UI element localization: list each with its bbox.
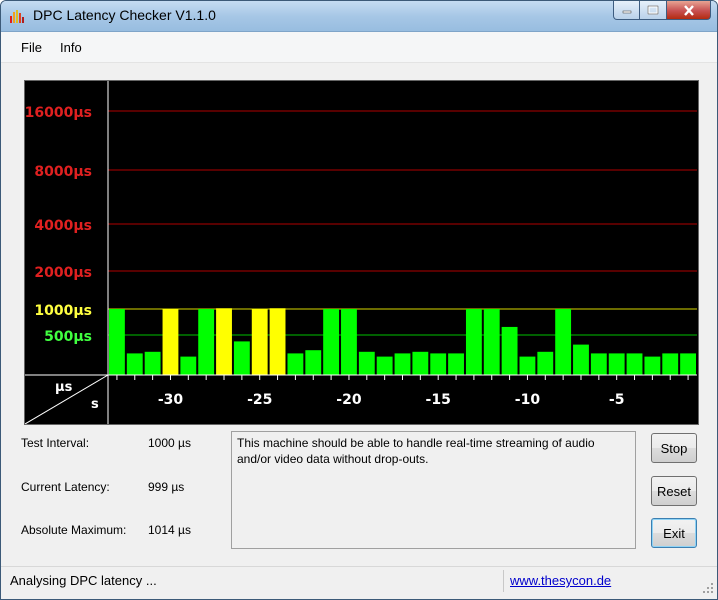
current-latency-value: 999 µs bbox=[148, 480, 185, 494]
test-interval-value: 1000 µs bbox=[148, 436, 191, 450]
latency-bar bbox=[608, 353, 625, 375]
latency-bar bbox=[358, 351, 375, 375]
latency-bar bbox=[501, 326, 518, 375]
x-tick-label: -5 bbox=[609, 392, 625, 408]
menu-info[interactable]: Info bbox=[60, 40, 82, 55]
x-tick-label: -10 bbox=[515, 392, 541, 408]
x-tick-label: -30 bbox=[158, 392, 184, 408]
latency-graph: 16000µs 8000µs 4000µs 2000µs 1000µs 500µs µs s -… bbox=[24, 80, 699, 425]
menu-file[interactable]: File bbox=[21, 40, 42, 55]
latency-bar bbox=[216, 308, 232, 375]
stop-button[interactable]: Stop bbox=[651, 433, 697, 463]
latency-bar bbox=[573, 344, 589, 375]
y-tick-label: 2000µs bbox=[34, 265, 92, 281]
x-tick-label: -25 bbox=[247, 392, 272, 408]
close-button[interactable] bbox=[667, 1, 711, 20]
x-tick-label: -20 bbox=[336, 392, 362, 408]
y-tick-label: 500µs bbox=[44, 329, 92, 345]
latency-bar bbox=[162, 309, 179, 375]
corner-unit-s: s bbox=[91, 397, 99, 412]
latency-bar bbox=[590, 353, 607, 375]
app-icon bbox=[10, 10, 24, 23]
minimize-button[interactable] bbox=[613, 1, 640, 20]
latency-bar bbox=[180, 356, 197, 375]
menu-bar: File Info bbox=[1, 32, 717, 63]
y-tick-label: 8000µs bbox=[34, 164, 92, 180]
status-bar: Analysing DPC latency ... www.thesycon.d… bbox=[1, 566, 717, 599]
latency-bar bbox=[465, 309, 482, 375]
app-window: DPC Latency Checker V1.1.0 File Info 160… bbox=[0, 0, 718, 600]
latency-bar bbox=[126, 353, 143, 375]
latency-bar bbox=[109, 309, 125, 375]
maximize-button[interactable] bbox=[640, 1, 667, 20]
latency-bar bbox=[305, 350, 322, 375]
corner-unit-us: µs bbox=[55, 380, 73, 395]
maximize-icon bbox=[647, 5, 659, 15]
absolute-max-label: Absolute Maximum: bbox=[21, 523, 127, 537]
resize-grip-icon[interactable] bbox=[702, 582, 714, 594]
latency-bar bbox=[626, 353, 643, 375]
website-link[interactable]: www.thesycon.de bbox=[510, 573, 611, 588]
reset-button[interactable]: Reset bbox=[651, 476, 697, 506]
latency-bar bbox=[519, 356, 536, 375]
y-tick-label: 4000µs bbox=[34, 218, 92, 234]
latency-bar bbox=[483, 309, 500, 375]
latency-bar bbox=[251, 309, 268, 375]
latency-bar bbox=[376, 356, 393, 375]
latency-bar bbox=[341, 309, 357, 375]
latency-bar bbox=[233, 341, 250, 375]
latency-bar bbox=[394, 353, 411, 375]
latency-bar bbox=[144, 351, 161, 375]
latency-bar bbox=[448, 353, 464, 375]
y-tick-label: 16000µs bbox=[25, 105, 92, 121]
latency-bar bbox=[287, 353, 304, 375]
absolute-max-value: 1014 µs bbox=[148, 523, 191, 537]
latency-bar bbox=[430, 353, 447, 375]
latency-bar bbox=[555, 309, 572, 375]
latency-bar bbox=[323, 309, 340, 375]
title-bar[interactable]: DPC Latency Checker V1.1.0 bbox=[1, 1, 717, 32]
latency-bar bbox=[644, 356, 661, 375]
exit-button[interactable]: Exit bbox=[651, 518, 697, 548]
window-title: DPC Latency Checker V1.1.0 bbox=[33, 7, 216, 23]
latency-bar bbox=[412, 351, 429, 375]
close-icon bbox=[683, 4, 694, 16]
x-tick-label: -15 bbox=[426, 392, 451, 408]
current-latency-label: Current Latency: bbox=[21, 480, 110, 494]
latency-chart: 16000µs 8000µs 4000µs 2000µs 1000µs 500µs µs s -… bbox=[25, 81, 697, 424]
latency-bar bbox=[537, 351, 554, 375]
status-text: Analysing DPC latency ... bbox=[10, 573, 157, 588]
latency-bar bbox=[269, 308, 286, 375]
latency-bar bbox=[680, 353, 696, 375]
latency-bar bbox=[198, 309, 215, 375]
latency-bar bbox=[662, 353, 679, 375]
minimize-icon bbox=[622, 10, 631, 14]
y-tick-label: 1000µs bbox=[34, 303, 92, 319]
test-interval-label: Test Interval: bbox=[21, 436, 90, 450]
status-separator bbox=[503, 570, 504, 592]
status-message: This machine should be able to handle re… bbox=[231, 431, 636, 549]
